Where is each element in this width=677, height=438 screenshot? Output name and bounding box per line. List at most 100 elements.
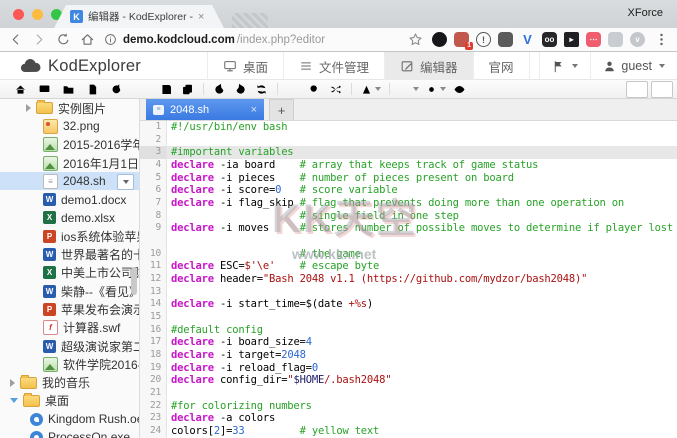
code-line-18[interactable]: 18declare -i target=2048 bbox=[140, 349, 677, 362]
kodexplorer-logo[interactable]: KodExplorer bbox=[20, 52, 141, 80]
code-line-1[interactable]: 1#!/usr/bin/env bash bbox=[140, 121, 677, 134]
tree-item-柴静--《看见》发[interactable]: W柴静--《看见》发 bbox=[0, 282, 139, 300]
browser-tab[interactable]: K 编辑器 - KodExplorer - Powere × bbox=[54, 5, 224, 28]
forward-icon[interactable] bbox=[32, 32, 47, 47]
pocket-icon[interactable]: v bbox=[630, 32, 645, 47]
refresh-icon[interactable] bbox=[106, 81, 127, 97]
code-line-3[interactable]: 3#important variables bbox=[140, 146, 677, 159]
browser-tab-close-icon[interactable]: × bbox=[198, 11, 204, 23]
home-icon[interactable] bbox=[10, 81, 31, 97]
vimium-icon[interactable]: V bbox=[520, 32, 535, 47]
code-line-2[interactable]: 2 bbox=[140, 134, 677, 147]
tree-item-demo.xlsx[interactable]: Xdemo.xlsx bbox=[0, 209, 139, 227]
folder-icon[interactable] bbox=[58, 81, 79, 97]
search-icon[interactable] bbox=[304, 81, 325, 97]
paste-icon[interactable] bbox=[177, 81, 198, 97]
editor-tab-2048sh[interactable]: ≡ 2048.sh × bbox=[146, 99, 264, 120]
chat-icon[interactable]: ⋯ bbox=[586, 32, 601, 47]
back-icon[interactable] bbox=[8, 32, 23, 47]
code-line-15[interactable]: 15 bbox=[140, 311, 677, 324]
item-dropdown-button[interactable] bbox=[117, 174, 134, 190]
tree-item-ios系统体验苹果p[interactable]: Pios系统体验苹果p bbox=[0, 227, 139, 245]
chevron-right-icon[interactable] bbox=[10, 379, 15, 387]
user-menu-button[interactable]: guest bbox=[590, 52, 677, 80]
font-icon[interactable] bbox=[357, 81, 384, 97]
code-line-17[interactable]: 17declare -i board_size=4 bbox=[140, 336, 677, 349]
bookmark-star-icon[interactable] bbox=[408, 32, 423, 47]
nav-item-files[interactable]: 文件管理 bbox=[283, 52, 384, 80]
code-line-wrap[interactable] bbox=[140, 235, 677, 248]
tree-item-桌面[interactable]: 桌面 bbox=[0, 392, 139, 410]
fullscreen-icon[interactable] bbox=[626, 81, 648, 98]
card-icon[interactable] bbox=[608, 32, 623, 47]
swap-icon[interactable] bbox=[325, 81, 346, 97]
pin-icon[interactable] bbox=[283, 81, 304, 97]
reload-icon[interactable] bbox=[251, 81, 272, 97]
sidebar-scrollbar[interactable] bbox=[131, 267, 137, 295]
nav-item-desktop[interactable]: 桌面 bbox=[207, 52, 283, 80]
wand-icon[interactable] bbox=[395, 81, 422, 97]
language-flag-button[interactable] bbox=[539, 52, 590, 80]
code-line-9[interactable]: 9declare -i moves # stores number of pos… bbox=[140, 222, 677, 235]
nav-item-site[interactable]: 官网 bbox=[473, 52, 530, 80]
code-line-16[interactable]: 16#default config bbox=[140, 324, 677, 337]
code-line-5[interactable]: 5declare -i pieces # number of pieces pr… bbox=[140, 172, 677, 185]
url-field[interactable]: demo.kodcloud.com /index.php?editor bbox=[104, 33, 399, 46]
code-line-19[interactable]: 19declare -i reload_flag=0 bbox=[140, 362, 677, 375]
tree-item-软件学院2016-201[interactable]: 软件学院2016-201 bbox=[0, 355, 139, 373]
evernote-icon[interactable] bbox=[498, 32, 513, 47]
code-line-4[interactable]: 4declare -ia board # array that keeps tr… bbox=[140, 159, 677, 172]
newfile-icon[interactable] bbox=[82, 81, 103, 97]
tree-item-32.png[interactable]: 32.png bbox=[0, 117, 139, 135]
page-info-icon[interactable] bbox=[104, 33, 117, 46]
tree-item-我的音乐[interactable]: 我的音乐 bbox=[0, 373, 139, 391]
redo-icon[interactable] bbox=[230, 81, 251, 97]
tree-item-2048.sh[interactable]: ≡2048.sh bbox=[0, 172, 139, 190]
chevron-down-icon[interactable] bbox=[10, 398, 18, 403]
new-editor-tab-button[interactable]: + bbox=[269, 99, 294, 120]
tree-item-中美上市公司财报[interactable]: X中美上市公司财报 bbox=[0, 264, 139, 282]
tree-item-超级演说家第二季[interactable]: W超级演说家第二季 bbox=[0, 337, 139, 355]
code-line-20[interactable]: 20declare config_dir="$HOME/.bash2048" bbox=[140, 374, 677, 387]
code-line-14[interactable]: 14declare -i start_time=$(date +%s) bbox=[140, 298, 677, 311]
browser-home-icon[interactable] bbox=[80, 32, 95, 47]
code-line-23[interactable]: 23declare -a colors bbox=[140, 412, 677, 425]
new-tab-button[interactable] bbox=[232, 13, 268, 28]
adblock-icon[interactable] bbox=[432, 32, 447, 47]
close-window-button[interactable] bbox=[13, 9, 24, 20]
tree-item-苹果发布会演示文[interactable]: P苹果发布会演示文 bbox=[0, 300, 139, 318]
tree-item-ProcessOn.exe[interactable]: ProcessOn.exe bbox=[0, 428, 139, 438]
browser-menu-icon[interactable] bbox=[654, 32, 669, 47]
tree-item-2016年1月1日起中[interactable]: 2016年1月1日起中 bbox=[0, 154, 139, 172]
devbox-icon[interactable]: ▸ bbox=[564, 32, 579, 47]
reload-page-icon[interactable] bbox=[56, 32, 71, 47]
settings-icon[interactable] bbox=[422, 81, 449, 97]
tree-item-计算器.swf[interactable]: f计算器.swf bbox=[0, 319, 139, 337]
code-line-6[interactable]: 6declare -i score=0 # score variable bbox=[140, 184, 677, 197]
alert-icon[interactable]: ! bbox=[476, 32, 491, 47]
code-line-12[interactable]: 12declare header="Bash 2048 v1.1 (https:… bbox=[140, 273, 677, 286]
code-area[interactable]: 1#!/usr/bin/env bash23#important variabl… bbox=[140, 121, 677, 438]
code-line-11[interactable]: 11declare ESC=$'\e' # escape byte bbox=[140, 260, 677, 273]
tree-item-demo1.docx[interactable]: Wdemo1.docx bbox=[0, 190, 139, 208]
save-icon[interactable] bbox=[156, 81, 177, 97]
mail-icon[interactable]: 1 bbox=[454, 32, 469, 47]
editor-tab-close-icon[interactable]: × bbox=[251, 104, 257, 116]
tree-item-实例图片[interactable]: 实例图片 bbox=[0, 99, 139, 117]
minimize-window-button[interactable] bbox=[32, 9, 43, 20]
tree-item-世界最著名的十大[interactable]: W世界最著名的十大 bbox=[0, 245, 139, 263]
tree-item-2015-2016学年第[interactable]: 2015-2016学年第 bbox=[0, 136, 139, 154]
spy-icon[interactable]: oo bbox=[542, 32, 557, 47]
code-line-7[interactable]: 7declare -i flag_skip # flag that preven… bbox=[140, 197, 677, 210]
code-line-10[interactable]: 10 # the game bbox=[140, 248, 677, 261]
code-line-22[interactable]: 22#for colorizing numbers bbox=[140, 400, 677, 413]
code-line-21[interactable]: 21 bbox=[140, 387, 677, 400]
code-line-13[interactable]: 13 bbox=[140, 286, 677, 299]
tree-item-Kingdom Rush.oe[interactable]: Kingdom Rush.oe bbox=[0, 410, 139, 428]
chevron-right-icon[interactable] bbox=[26, 104, 31, 112]
code-line-8[interactable]: 8 # single field in one step bbox=[140, 210, 677, 223]
nav-item-editor[interactable]: 编辑器 bbox=[384, 52, 473, 80]
desktop-icon[interactable] bbox=[34, 81, 55, 97]
close-icon[interactable] bbox=[651, 81, 673, 98]
undo-icon[interactable] bbox=[209, 81, 230, 97]
